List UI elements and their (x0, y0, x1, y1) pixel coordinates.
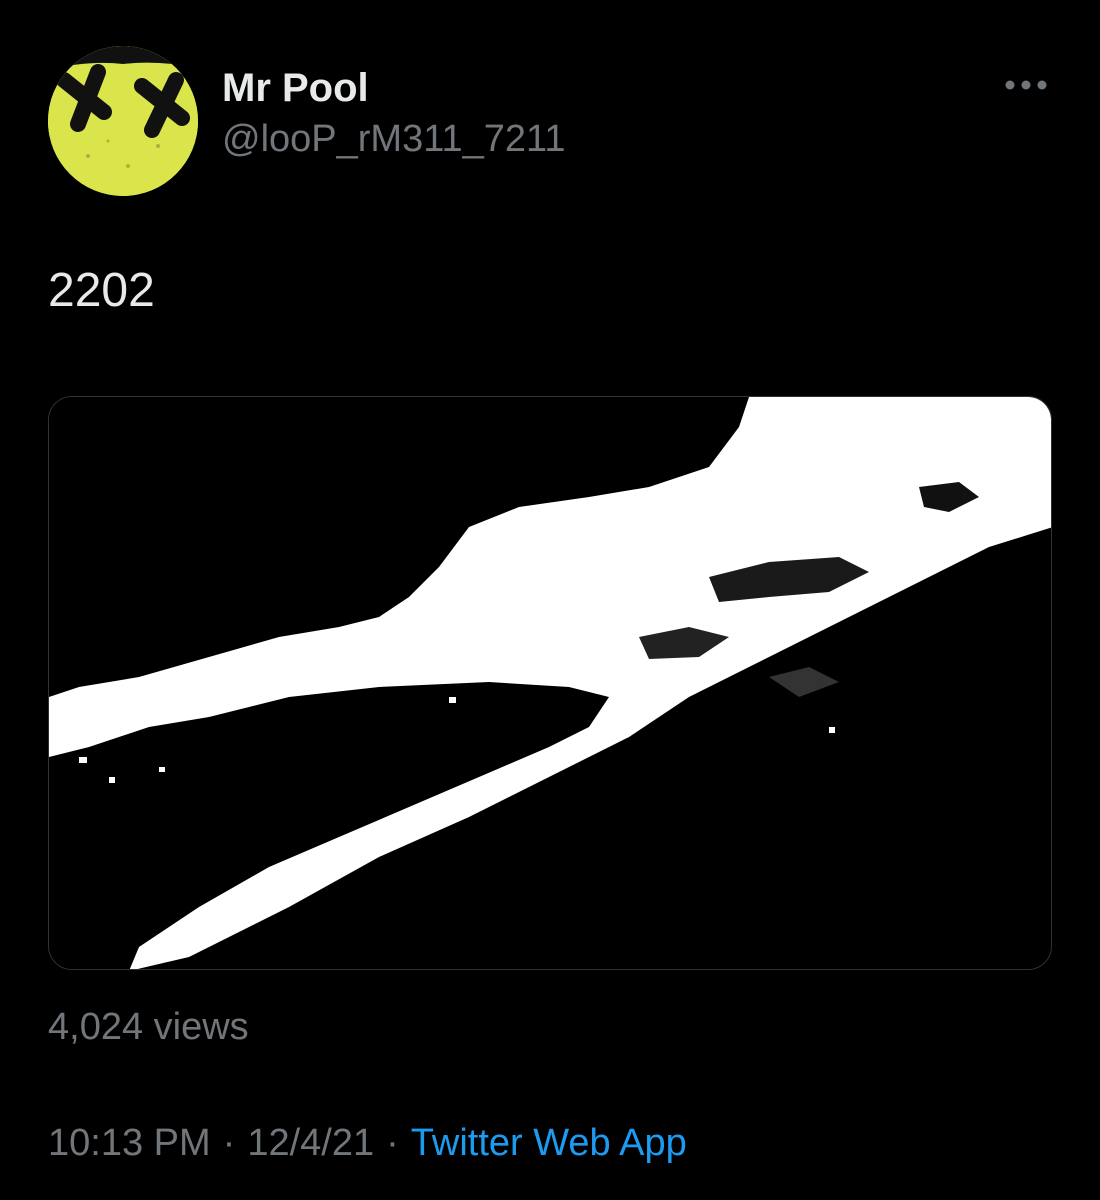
tweet-source-link[interactable]: Twitter Web App (411, 1122, 687, 1164)
tweet-media-image[interactable] (48, 396, 1052, 970)
tweet-detail: Mr Pool @looP_rM311_7211 2202 4,024 view… (0, 0, 1100, 1200)
tweet-date[interactable]: 12/4/21 (247, 1122, 374, 1164)
tweet-metadata: 10:13 PM · 12/4/21 · Twitter Web App (48, 1120, 687, 1166)
display-name[interactable]: Mr Pool (222, 64, 369, 112)
view-count[interactable]: 4,024 views (48, 1004, 249, 1050)
meta-separator: · (222, 1122, 236, 1164)
more-dots-icon (1005, 80, 1047, 90)
tweet-text: 2202 (48, 264, 155, 317)
tweet-time[interactable]: 10:13 PM (48, 1122, 211, 1164)
more-options-button[interactable] (996, 60, 1056, 110)
pixelated-white-shape-image (49, 397, 1051, 969)
user-handle[interactable]: @looP_rM311_7211 (222, 116, 566, 162)
avatar[interactable] (48, 46, 198, 196)
yellow-smiley-face-icon (48, 46, 198, 196)
meta-separator: · (386, 1122, 399, 1164)
